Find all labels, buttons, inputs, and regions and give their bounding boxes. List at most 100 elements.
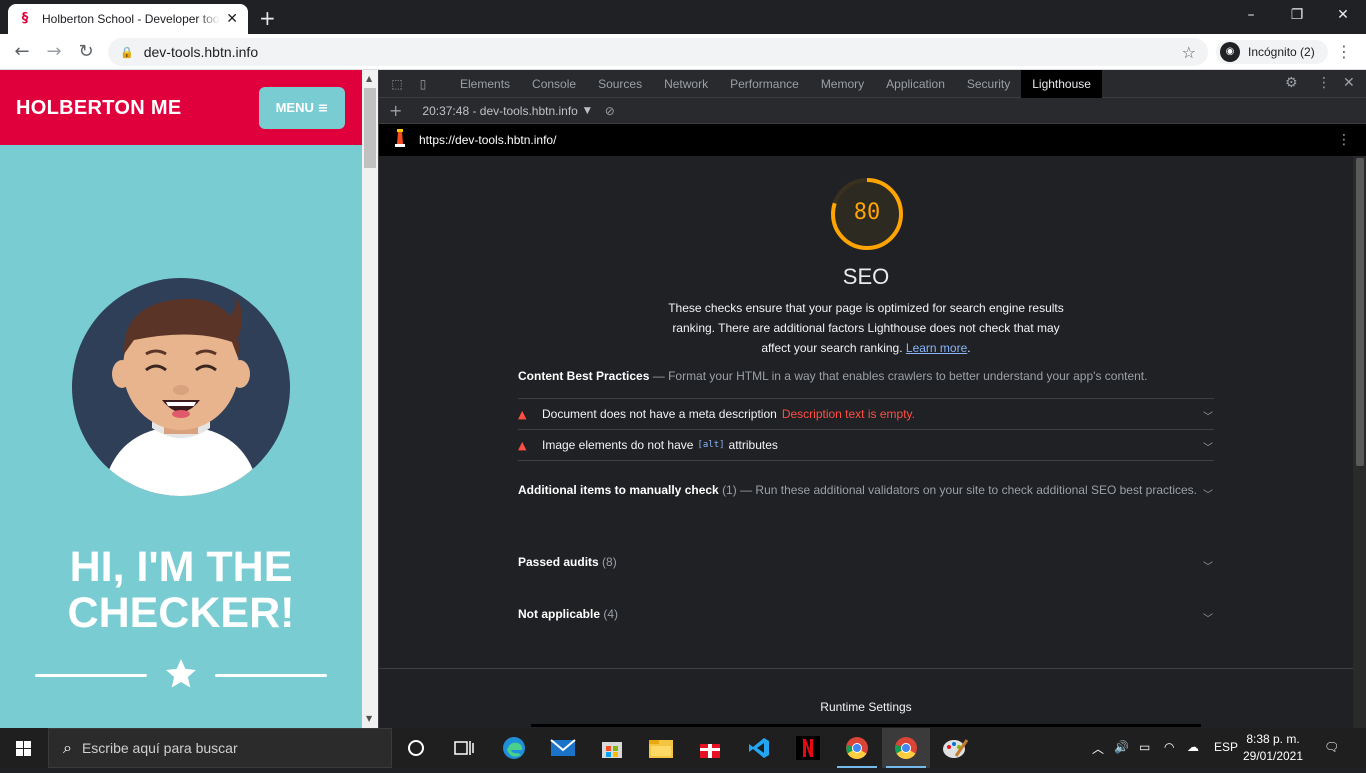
scroll-up-icon[interactable]: ▲ (366, 74, 372, 83)
chrome-icon[interactable] (833, 728, 881, 768)
address-url[interactable]: dev-tools.hbtn.info (144, 44, 258, 60)
address-bar[interactable]: 🔒 dev-tools.hbtn.info ☆ (108, 38, 1208, 66)
cortana-icon[interactable] (392, 728, 440, 768)
mail-icon[interactable] (539, 728, 587, 768)
gift-app-icon[interactable] (686, 728, 734, 768)
reload-icon[interactable]: ↻ (74, 40, 98, 64)
incognito-button[interactable]: ◉ Incógnito (2) (1216, 40, 1328, 64)
site-header: HOLBERTON ME MENU ≡ (0, 70, 362, 145)
page-scroll-thumb[interactable] (364, 88, 376, 168)
devtools-tab-memory[interactable]: Memory (810, 70, 875, 98)
group-subtitle: Format your HTML in a way that enables c… (668, 369, 1148, 383)
not-applicable-count: (4) (603, 607, 619, 621)
close-tab-icon[interactable]: ✕ (226, 11, 238, 27)
windows-start-icon[interactable] (0, 728, 48, 768)
search-icon: ⌕ (63, 738, 72, 757)
devtools-tab-security[interactable]: Security (956, 70, 1021, 98)
browser-tabstrip: § Holberton School - Developer tools ✕ +… (0, 0, 1366, 34)
devtools-tab-application[interactable]: Application (875, 70, 956, 98)
expand-chevron-icon[interactable]: ﹀ (1203, 610, 1213, 625)
file-explorer-icon[interactable] (637, 728, 685, 768)
language-indicator[interactable]: ESP (1214, 740, 1238, 754)
devtools-tab-elements[interactable]: Elements (449, 70, 521, 98)
report-url[interactable]: https://dev-tools.hbtn.info/ (419, 133, 556, 147)
minimize-window-icon[interactable]: – (1228, 0, 1274, 30)
onedrive-cloud-icon[interactable]: ☁ (1187, 740, 1199, 754)
audit-meta-description[interactable]: ▲ Document does not have a meta descript… (518, 399, 1214, 429)
edge-icon[interactable] (490, 728, 538, 768)
taskbar-clock[interactable]: 8:38 p. m. 29/01/2021 (1240, 731, 1306, 765)
divider-line-right (215, 674, 327, 677)
clear-reports-icon[interactable]: ⊘ (605, 104, 615, 118)
report-select[interactable]: 20:37:48 - dev-tools.hbtn.info (422, 104, 577, 118)
manual-subtitle: Run these additional validators on your … (755, 483, 1198, 497)
settings-gear-icon[interactable]: ⚙ (1285, 75, 1298, 91)
battery-icon[interactable]: ▭ (1139, 740, 1150, 754)
fail-triangle-icon: ▲ (518, 407, 527, 421)
clock-date: 29/01/2021 (1242, 749, 1304, 763)
report-menu-icon[interactable]: ⋮ (1337, 132, 1351, 148)
bookmark-star-icon[interactable]: ☆ (1182, 43, 1196, 62)
site-brand[interactable]: HOLBERTON ME (16, 97, 181, 120)
paint-icon[interactable] (931, 728, 979, 768)
expand-chevron-icon[interactable]: ﹀ (1203, 486, 1213, 501)
audit-code: [alt] (697, 440, 725, 450)
volume-icon[interactable]: 🔊 (1114, 740, 1129, 754)
notifications-icon[interactable]: 🗨 (1324, 740, 1339, 754)
browser-menu-icon[interactable]: ⋮ (1336, 42, 1352, 61)
chrome-incognito-icon[interactable] (882, 728, 930, 768)
windows-taskbar: ⌕ Escribe aquí para buscar ︿ 🔊 ▭ ◠ ☁ ESP… (0, 728, 1366, 768)
not-applicable-title: Not applicable (518, 607, 601, 621)
manual-dash: — (740, 483, 753, 497)
report-scroll-thumb[interactable] (1356, 158, 1364, 466)
audit-title: Document does not have a meta descriptio… (542, 407, 777, 421)
wifi-icon[interactable]: ◠ (1164, 740, 1174, 754)
devtools-tab-performance[interactable]: Performance (719, 70, 810, 98)
passed-audits-header[interactable]: Passed audits (8) (518, 552, 1198, 572)
menu-button[interactable]: MENU ≡ (259, 87, 345, 129)
task-view-icon[interactable] (440, 728, 488, 768)
vscode-icon[interactable] (735, 728, 783, 768)
close-devtools-icon[interactable]: ✕ (1343, 75, 1355, 91)
devtools-menu-icon[interactable]: ⋮ (1317, 75, 1331, 91)
netflix-icon[interactable] (784, 728, 832, 768)
manual-title: Additional items to manually check (518, 483, 719, 497)
passed-title: Passed audits (518, 555, 599, 569)
audit-image-alt[interactable]: ▲ Image elements do not have [alt] attri… (518, 430, 1214, 460)
taskbar-search[interactable]: ⌕ Escribe aquí para buscar (48, 728, 392, 768)
devtools-tab-console[interactable]: Console (521, 70, 587, 98)
incognito-label: Incógnito (2) (1248, 45, 1315, 59)
star-icon (163, 656, 199, 692)
browser-tab[interactable]: § Holberton School - Developer tools ✕ (8, 4, 248, 34)
lock-icon[interactable]: 🔒 (120, 46, 134, 59)
back-icon[interactable]: ← (10, 40, 34, 64)
scroll-down-icon[interactable]: ▼ (366, 714, 372, 723)
not-applicable-header[interactable]: Not applicable (4) (518, 604, 1198, 624)
inspect-element-icon[interactable]: ⬚ (387, 77, 407, 91)
store-icon[interactable] (588, 728, 636, 768)
expand-chevron-icon[interactable]: ﹀ (1203, 439, 1213, 454)
show-hidden-icons-icon[interactable]: ︿ (1092, 740, 1104, 757)
report-scrollbar[interactable] (1353, 156, 1366, 728)
devtools-tab-lighthouse[interactable]: Lighthouse (1021, 69, 1102, 98)
expand-chevron-icon[interactable]: ﹀ (1203, 558, 1213, 573)
forward-icon[interactable]: → (42, 40, 66, 64)
expand-chevron-icon[interactable]: ﹀ (1203, 408, 1213, 423)
audit-title-after: attributes (728, 438, 778, 452)
new-tab-icon[interactable]: + (259, 6, 276, 30)
close-window-icon[interactable]: ✕ (1320, 0, 1366, 30)
audit-detail: Description text is empty. (781, 407, 915, 421)
group-title: Content Best Practices (518, 369, 650, 383)
page-scrollbar[interactable]: ▲ ▼ (362, 70, 378, 728)
learn-more-link[interactable]: Learn more (906, 341, 967, 355)
devtools-tab-sources[interactable]: Sources (587, 70, 653, 98)
restore-window-icon[interactable]: ❐ (1274, 0, 1320, 30)
lighthouse-report: 80 SEO These checks ensure that your pag… (379, 156, 1353, 728)
devtools-tabbar: ⬚ ▯ Elements Console Sources Network Per… (379, 69, 1366, 98)
device-toolbar-icon[interactable]: ▯ (413, 77, 433, 91)
devtools-tab-network[interactable]: Network (653, 70, 719, 98)
avatar (72, 278, 290, 496)
new-report-icon[interactable]: + (389, 101, 402, 120)
report-dropdown-icon[interactable]: ▼ (584, 106, 591, 116)
manual-checks-header[interactable]: Additional items to manually check (1) —… (518, 480, 1198, 500)
